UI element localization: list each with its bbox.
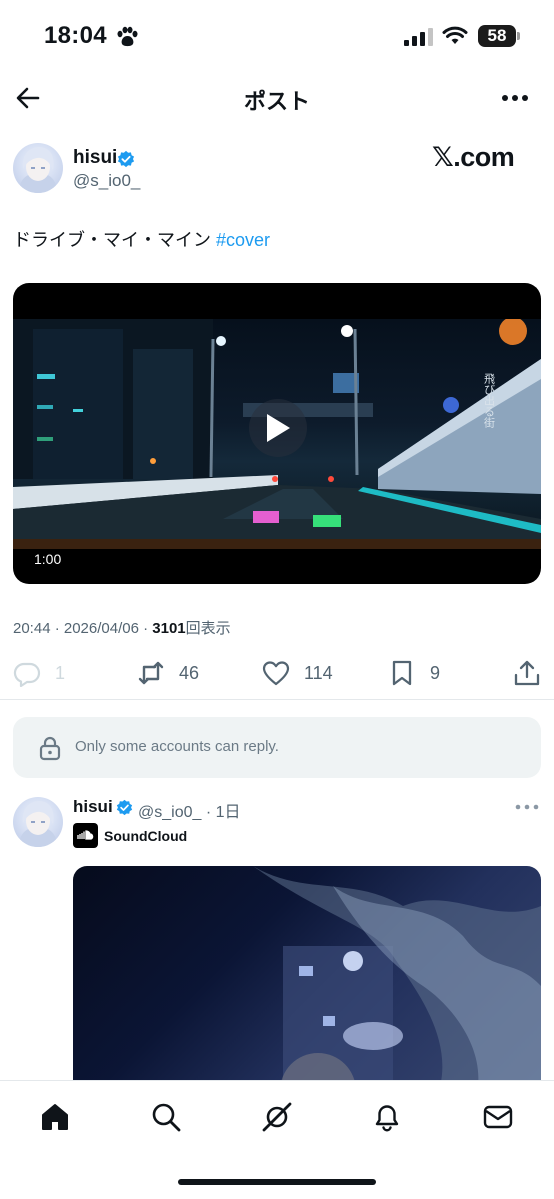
soundcloud-icon <box>73 823 98 848</box>
post-text: ドライブ・マイ・マイン #cover <box>13 226 270 252</box>
status-time: 18:04 <box>44 22 107 49</box>
reply-restriction-text: Only some accounts can reply. <box>75 738 279 755</box>
wifi-icon <box>442 26 468 44</box>
home-indicator <box>178 1179 376 1185</box>
post-timestamp[interactable]: 20:44 · 2026/04/06 · <box>13 620 152 637</box>
play-icon <box>267 414 290 442</box>
reply-count: 1 <box>55 662 66 683</box>
post-body: ドライブ・マイ・マイン <box>13 230 211 250</box>
video-player[interactable]: 飛び出る街 1:00 <box>13 283 541 584</box>
verified-icon <box>116 799 133 816</box>
soundcloud-label[interactable]: SoundCloud <box>104 828 187 844</box>
nav-messages[interactable] <box>480 1099 516 1135</box>
x-com-logo: 𝕏.com <box>432 142 515 172</box>
post-actions: 1 46 114 9 <box>0 650 554 696</box>
reply-handle-time[interactable]: @s_io0_ · 1日 <box>138 798 241 822</box>
reply-author-name[interactable]: hisui <box>73 797 113 817</box>
battery-tip <box>517 32 520 40</box>
bookmark-icon <box>392 660 412 686</box>
search-icon <box>152 1103 181 1132</box>
post-meta: 20:44 · 2026/04/06 · 3101回表示 <box>13 617 231 638</box>
repost-icon <box>138 661 164 685</box>
paw-icon <box>117 26 138 47</box>
author-handle[interactable]: @s_io0_ <box>73 171 140 191</box>
view-label: 回表示 <box>185 620 231 637</box>
verified-icon <box>117 150 135 168</box>
reply-restriction-banner: Only some accounts can reply. <box>13 717 541 778</box>
play-button[interactable] <box>249 399 307 457</box>
home-icon <box>42 1104 68 1130</box>
reply-button[interactable]: 1 <box>13 658 65 688</box>
battery-indicator: 58 <box>478 25 516 47</box>
notifications-icon <box>375 1105 399 1132</box>
messages-icon <box>483 1105 513 1129</box>
like-count: 114 <box>304 662 333 683</box>
status-bar: 18:04 58 <box>0 0 554 70</box>
share-icon <box>514 660 540 686</box>
post-header: ポスト <box>0 70 554 126</box>
video-duration: 1:00 <box>34 551 62 567</box>
author-name[interactable]: hisui <box>73 147 117 169</box>
bookmark-count: 9 <box>430 662 441 683</box>
more-icon <box>502 95 528 101</box>
lock-icon <box>39 736 61 761</box>
like-icon <box>262 661 290 686</box>
repost-button[interactable]: 46 <box>137 658 199 688</box>
repost-count: 46 <box>179 662 200 683</box>
bookmark-button[interactable]: 9 <box>388 658 440 688</box>
actions-divider <box>0 699 554 700</box>
view-count: 3101 <box>152 620 186 637</box>
page-title: ポスト <box>243 89 310 114</box>
reply-author-avatar[interactable] <box>13 797 63 847</box>
nav-home[interactable] <box>37 1099 73 1135</box>
cellular-signal-icon <box>404 28 433 46</box>
nav-search[interactable] <box>148 1099 184 1135</box>
video-caption: 飛び出る街 <box>483 373 496 429</box>
reply-media-image[interactable] <box>73 866 541 1106</box>
nav-grok[interactable] <box>259 1099 295 1135</box>
author-avatar[interactable] <box>13 143 63 193</box>
share-button[interactable] <box>513 658 541 688</box>
reply-icon <box>13 662 41 687</box>
grok-icon <box>262 1102 292 1132</box>
night-trees-photo <box>253 866 541 1106</box>
more-options-button[interactable] <box>498 84 532 112</box>
nav-notifications[interactable] <box>369 1099 405 1135</box>
reply-more-icon[interactable] <box>514 800 540 814</box>
hashtag-link[interactable]: #cover <box>216 230 270 250</box>
like-button[interactable]: 114 <box>262 658 333 688</box>
